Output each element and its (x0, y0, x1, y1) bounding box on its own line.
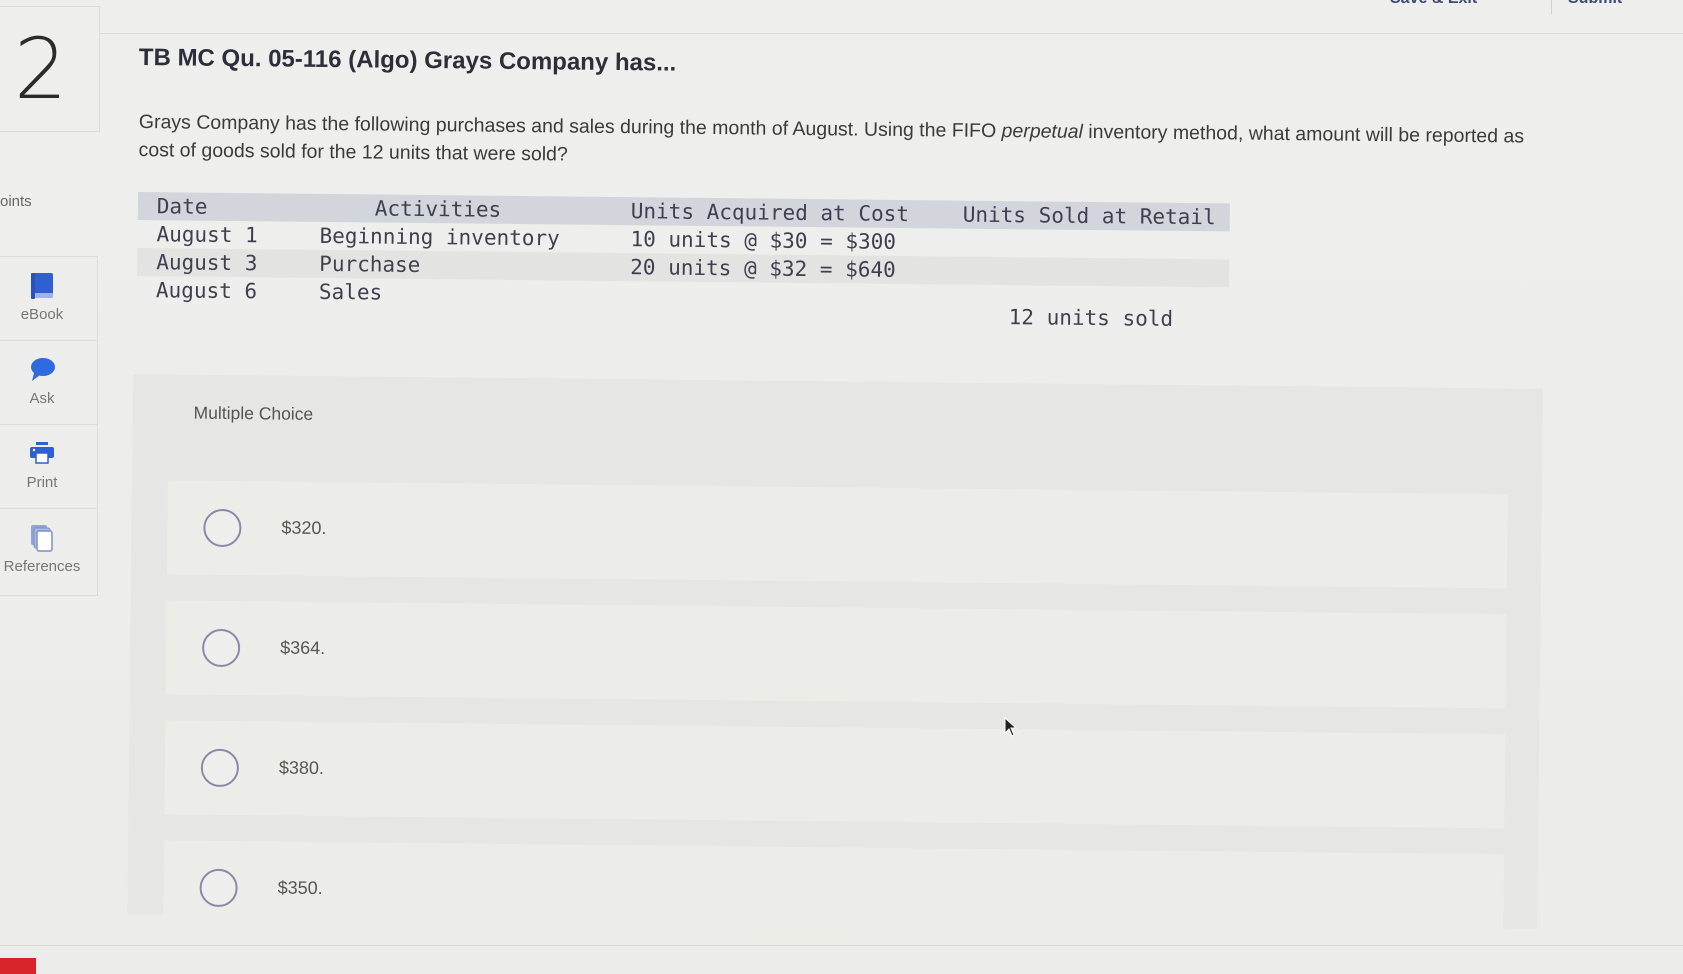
radio-button[interactable] (200, 748, 240, 788)
ask-label: Ask (29, 390, 55, 407)
cell-activity: Sales (318, 279, 383, 305)
answer-option[interactable]: $350. (163, 840, 1505, 949)
answer-value: $364. (280, 637, 326, 659)
question-prompt: Grays Company has the following purchase… (138, 108, 1539, 179)
question-number: 2 (14, 20, 68, 118)
multiple-choice-label: Multiple Choice (193, 402, 314, 424)
answer-option[interactable]: $380. (164, 720, 1506, 829)
prompt-emphasis: perpetual (1001, 120, 1084, 143)
cell-activity: Purchase (319, 251, 421, 277)
answer-option[interactable]: $320. (166, 480, 1508, 589)
print-label: Print (26, 474, 58, 491)
question-title: TB MC Qu. 05-116 (Algo) Grays Company ha… (138, 44, 677, 77)
bottom-bar (0, 945, 1683, 974)
side-tools: eBook Ask Print References (0, 256, 98, 596)
ask-button[interactable]: Ask (0, 341, 98, 425)
references-button[interactable]: References (0, 509, 98, 593)
top-bar: Save & Exit Submit (0, 0, 1683, 34)
book-icon (31, 273, 53, 299)
radio-button[interactable] (201, 628, 241, 668)
cell-date: August 3 (156, 250, 258, 276)
ebook-button[interactable]: eBook (0, 257, 98, 341)
references-label: References (3, 558, 81, 575)
ebook-label: eBook (20, 306, 64, 323)
print-button[interactable]: Print (0, 425, 98, 509)
header-date: Date (156, 194, 208, 219)
radio-button[interactable] (203, 508, 242, 548)
answer-value: $350. (277, 877, 323, 899)
question-number-box: 2 (0, 6, 100, 132)
radio-button[interactable] (199, 868, 238, 908)
inventory-table: Date Activities Units Acquired at Cost U… (137, 192, 1230, 331)
header-units-sold: Units Sold at Retail (962, 202, 1216, 230)
answer-option[interactable]: $364. (165, 600, 1507, 709)
submit-button[interactable]: Submit (1568, 0, 1622, 8)
divider (1551, 0, 1552, 14)
mouse-cursor-icon (1004, 717, 1018, 737)
chat-bubble-icon (31, 358, 55, 381)
prompt-text: Grays Company has the following purchase… (138, 110, 1002, 143)
save-exit-button[interactable]: Save & Exit (1390, 0, 1477, 8)
documents-icon (31, 525, 53, 552)
header-activities: Activities (374, 196, 502, 222)
points-label: oints (0, 193, 32, 210)
cell-acquired: 20 units @ $32 = $640 (630, 255, 896, 282)
cell-acquired: 10 units @ $30 = $300 (630, 227, 897, 254)
cell-activity: Beginning inventory (319, 223, 560, 251)
cell-date: August 1 (156, 222, 258, 248)
brand-logo (0, 958, 36, 974)
page: Save & Exit Submit 2 oints eBook Ask (0, 0, 1683, 974)
answer-value: $380. (278, 757, 325, 779)
header-units-acquired: Units Acquired at Cost (630, 199, 910, 227)
cell-sold: 12 units sold (1008, 305, 1174, 331)
answer-value: $320. (281, 517, 327, 539)
multiple-choice-panel: Multiple Choice $320. $364. $380. $350. (127, 374, 1543, 949)
cell-date: August 6 (155, 278, 258, 304)
printer-icon (30, 442, 54, 464)
